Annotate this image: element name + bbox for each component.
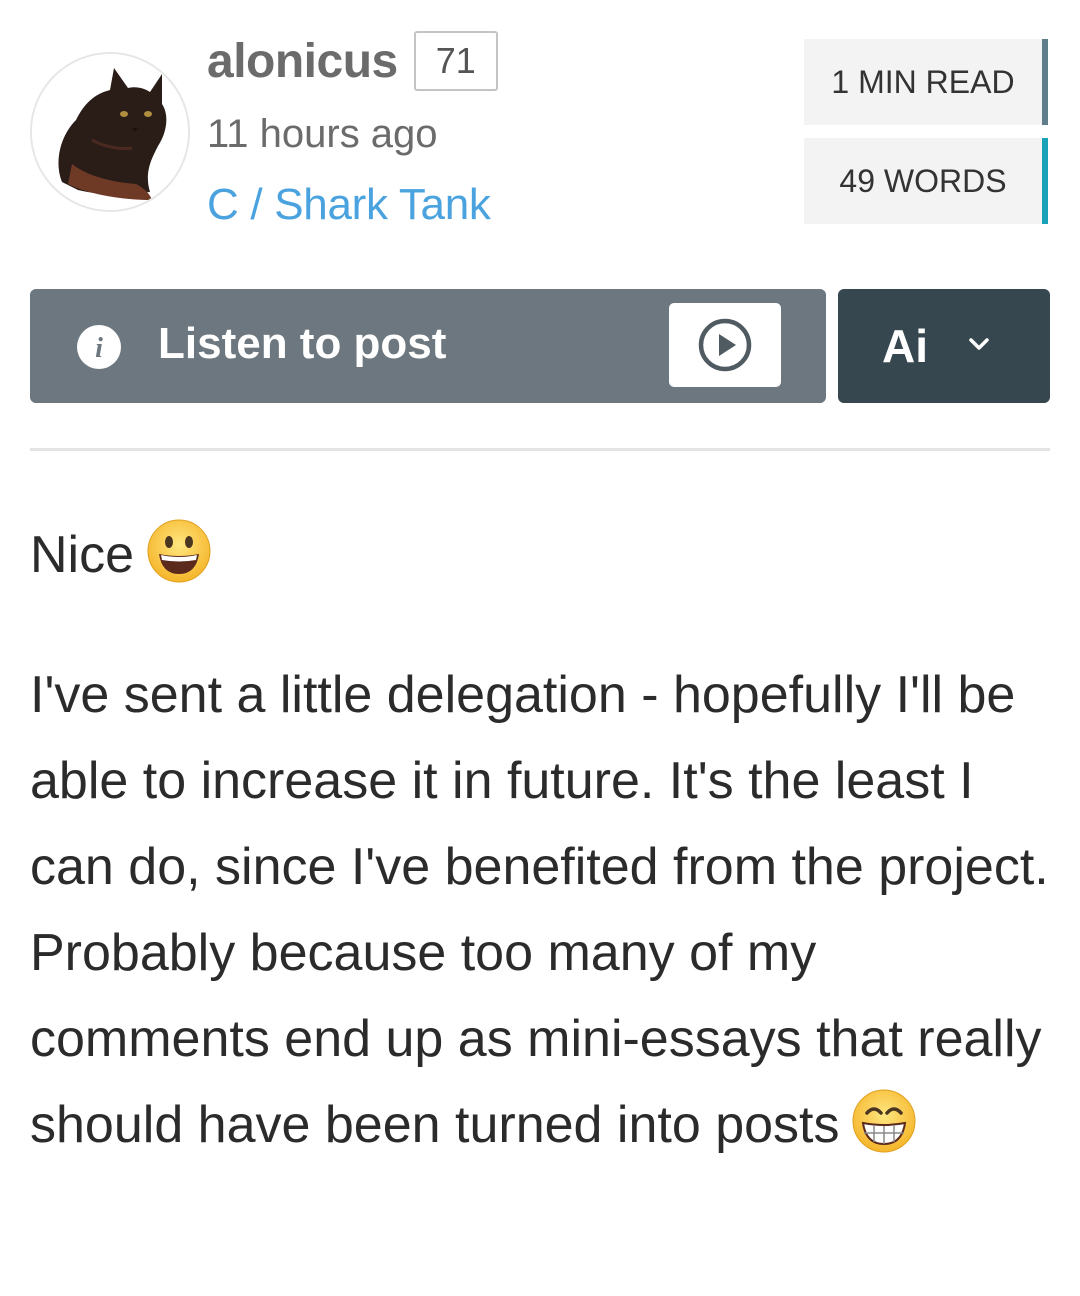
ai-label: Ai [882,320,928,372]
svg-text:i: i [95,333,103,364]
chevron-down-icon [969,338,989,350]
listen-label: Listen to post [158,319,447,368]
header-divider [30,448,1050,451]
reputation-badge: 71 [413,31,498,91]
listen-to-post-bar[interactable]: i Listen to post [30,289,826,403]
play-circle-icon [698,318,752,372]
grinning-face-emoji-icon [147,519,211,583]
beaming-face-emoji-icon [852,1089,916,1153]
community-link[interactable]: C / Shark Tank [207,180,491,230]
author-avatar[interactable] [30,52,190,212]
play-button[interactable] [669,303,781,387]
post-paragraph: Nice [30,512,1050,598]
cat-avatar-icon [32,54,188,210]
post-body: Nice I've sent a little delegation - hop… [30,512,1050,1168]
word-count-badge: 49 WORDS [804,138,1048,224]
author-header: alonicus 71 [207,28,498,94]
post-paragraph: I've sent a little delegation - hopefull… [30,652,1050,1168]
read-time-badge: 1 MIN READ [804,39,1048,125]
post-text: Nice [30,526,135,584]
info-icon[interactable]: i [76,324,122,370]
post-timestamp: 11 hours ago [207,112,438,156]
ai-menu-button[interactable]: Ai [838,289,1050,403]
post-text: I've sent a little delegation - hopefull… [30,666,1049,1154]
author-username[interactable]: alonicus [207,34,398,89]
